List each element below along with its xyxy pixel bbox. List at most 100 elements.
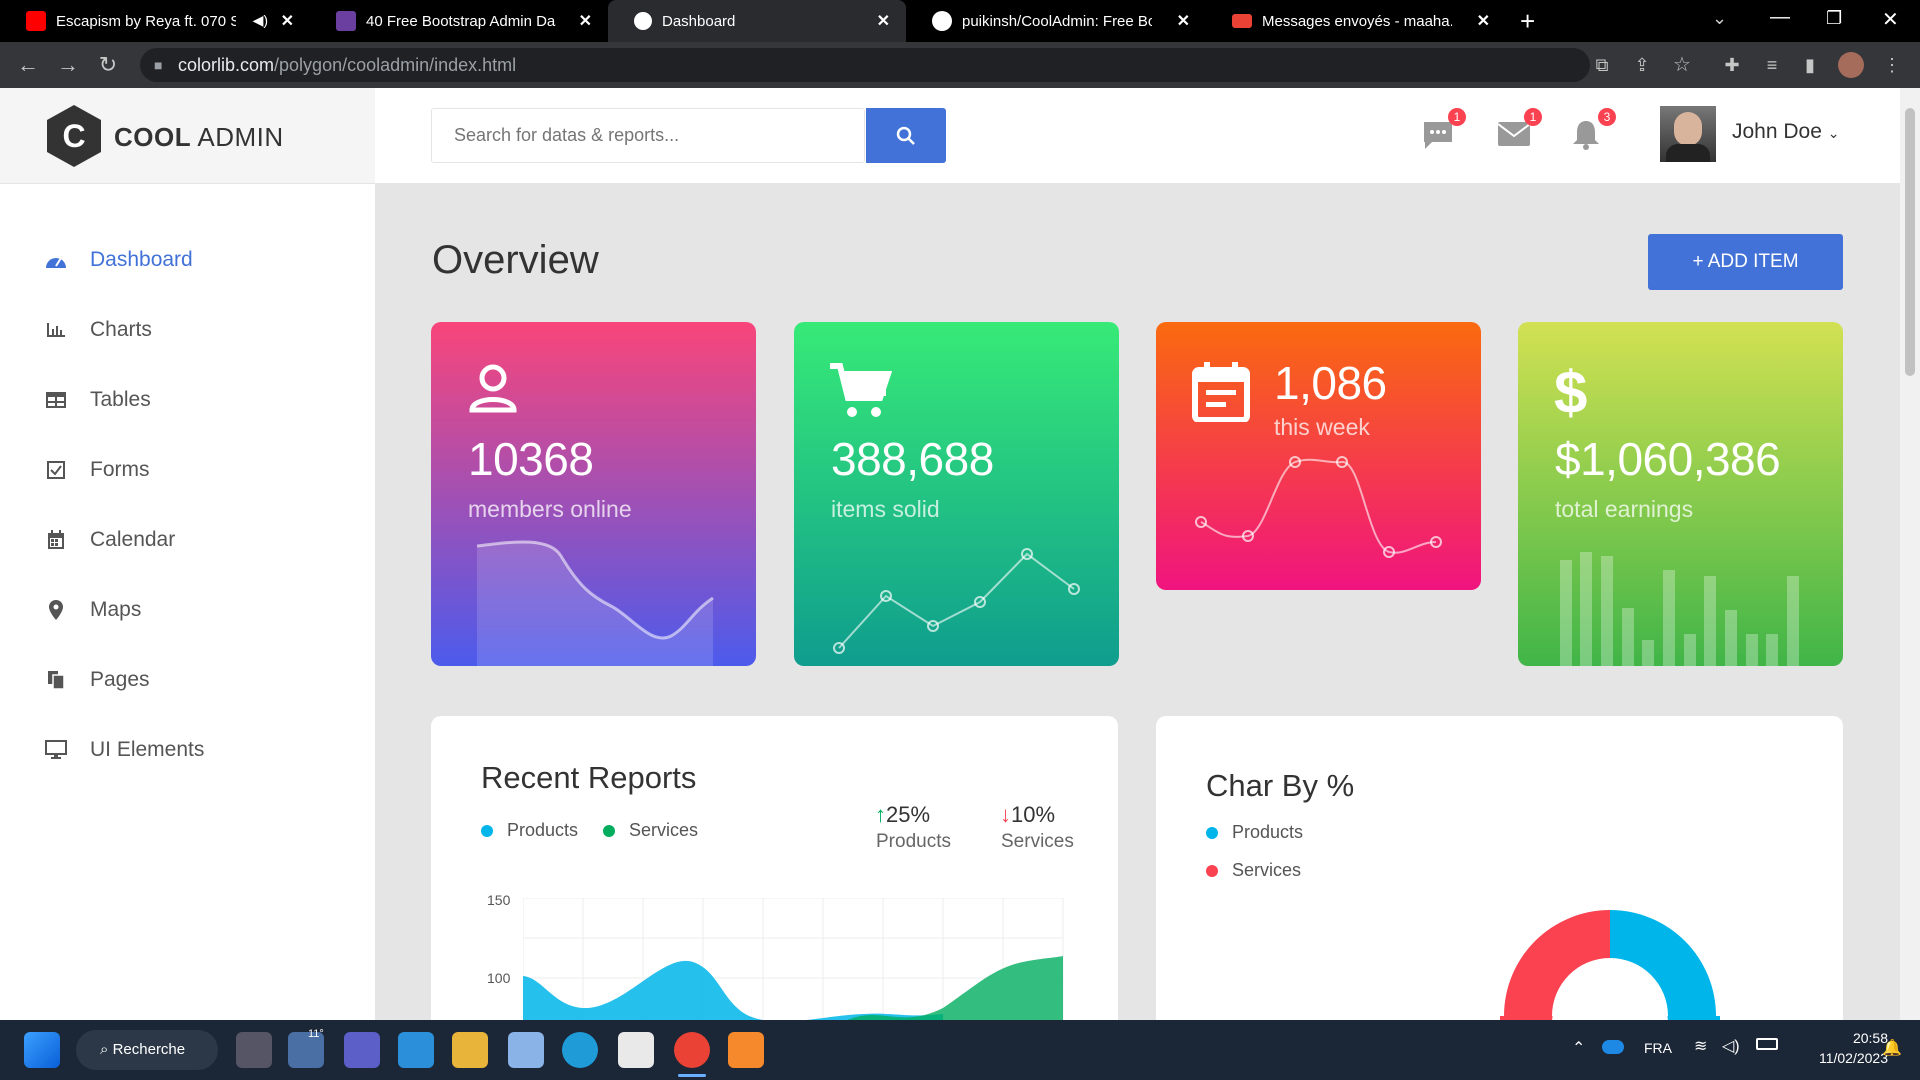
file-explorer-icon[interactable] — [452, 1032, 488, 1068]
chrome-icon[interactable] — [674, 1032, 710, 1068]
panel-title: Char By % — [1206, 768, 1355, 803]
sidebar-item-pages[interactable]: Pages — [44, 660, 150, 700]
stat-products: ↑25% — [875, 802, 930, 828]
close-tab-icon[interactable]: ✕ — [877, 11, 890, 31]
card-value: 1,086 — [1274, 357, 1387, 409]
add-item-button[interactable]: + ADD ITEM — [1648, 234, 1843, 290]
taskbar-search-label: Recherche — [112, 1041, 186, 1058]
notification-button[interactable]: 3 — [1570, 108, 1616, 154]
browser-tab-active[interactable]: Dashboard ✕ — [608, 0, 906, 42]
stat-card-members: 10368 members online — [431, 322, 756, 666]
user-avatar[interactable] — [1660, 106, 1716, 162]
profile-avatar[interactable] — [1838, 52, 1864, 78]
close-tab-icon[interactable]: ✕ — [579, 11, 592, 31]
legend-products[interactable]: Products — [481, 820, 578, 841]
close-tab-icon[interactable]: ✕ — [281, 11, 294, 31]
minimize-icon[interactable]: — — [1770, 6, 1790, 29]
legend-services[interactable]: Services — [603, 820, 698, 841]
sidebar-item-calendar[interactable]: Calendar — [44, 520, 175, 560]
mail-button[interactable]: 1 — [1496, 108, 1542, 154]
recent-reports-panel: Recent Reports Products Services ↑25% Pr… — [431, 716, 1118, 1020]
stat-card-earnings: $ $1,060,386 total earnings — [1518, 322, 1843, 666]
new-tab-icon[interactable]: + — [1520, 6, 1535, 37]
y-tick-label: 100 — [487, 970, 511, 986]
search-icon — [896, 126, 915, 145]
weather-icon[interactable]: 11° — [288, 1028, 324, 1068]
media-control-icon[interactable]: ≡ — [1758, 52, 1786, 80]
side-panel-icon[interactable]: ▮ — [1796, 52, 1824, 80]
scrollbar-thumb[interactable] — [1905, 108, 1915, 376]
stat-card-week: 1,086 this week — [1156, 322, 1481, 590]
battery-icon[interactable] — [1756, 1038, 1778, 1050]
map-marker-icon — [44, 598, 68, 622]
sidebar-item-label: Pages — [90, 668, 150, 691]
tray-chevron-icon[interactable]: ⌃ — [1572, 1038, 1585, 1058]
legend-services[interactable]: Services — [1206, 860, 1301, 881]
3d-viewer-icon[interactable] — [508, 1032, 544, 1068]
teams-icon[interactable] — [344, 1032, 380, 1068]
sourcetree-icon[interactable] — [728, 1032, 764, 1068]
volume-icon[interactable]: ◁) — [1722, 1036, 1740, 1056]
clock-time[interactable]: 20:58 — [1832, 1030, 1888, 1046]
extensions-icon[interactable]: ✚ — [1718, 52, 1746, 80]
back-icon[interactable]: ← — [14, 52, 42, 80]
taskbar-search[interactable]: ⌕ Recherche — [76, 1030, 218, 1070]
sparkline-area — [476, 540, 714, 666]
user-menu[interactable]: John Doe ⌄ — [1732, 120, 1839, 144]
language-indicator[interactable]: FRA — [1644, 1040, 1672, 1056]
notification-center-icon[interactable]: 🔔 — [1882, 1038, 1902, 1058]
table-icon — [44, 388, 68, 412]
legend-products[interactable]: Products — [1206, 822, 1303, 843]
sidebar-item-forms[interactable]: Forms — [44, 450, 150, 490]
sidebar-item-label: Forms — [90, 458, 150, 481]
github-icon — [932, 11, 952, 31]
page-scrollbar[interactable] — [1900, 88, 1920, 1020]
sidebar-item-maps[interactable]: Maps — [44, 590, 141, 630]
sidebar-item-tables[interactable]: Tables — [44, 380, 151, 420]
search-input[interactable] — [431, 108, 865, 163]
calendar-note-icon — [1192, 362, 1250, 422]
audio-icon[interactable]: ◀) — [253, 12, 268, 29]
tab-label: puikinsh/CoolAdmin: Free Bootst — [962, 12, 1152, 30]
sidebar-item-ui-elements[interactable]: UI Elements — [44, 730, 204, 770]
forward-icon[interactable]: → — [54, 52, 82, 80]
share-icon[interactable]: ⇪ — [1628, 52, 1656, 80]
stat-services: ↓10% — [1000, 802, 1055, 828]
store-icon[interactable] — [618, 1032, 654, 1068]
restore-icon[interactable]: ❐ — [1826, 8, 1842, 29]
browser-tab[interactable]: Messages envoyés - maaha.mess ✕ — [1206, 0, 1506, 42]
sidebar-item-charts[interactable]: Charts — [44, 310, 152, 350]
shopping-cart-icon — [830, 363, 892, 417]
sidebar-item-label: UI Elements — [90, 738, 205, 761]
url-path: /polygon/cooladmin/index.html — [274, 55, 517, 75]
clock-date[interactable]: 11/02/2023 — [1794, 1050, 1888, 1066]
close-window-icon[interactable]: ✕ — [1882, 7, 1899, 32]
translate-icon[interactable]: ⧉ — [1588, 52, 1616, 80]
reload-icon[interactable]: ↻ — [94, 52, 122, 80]
search-button[interactable] — [866, 108, 946, 163]
sidebar-item-label: Charts — [90, 318, 152, 341]
close-tab-icon[interactable]: ✕ — [1477, 11, 1490, 31]
windows-start-icon[interactable] — [24, 1032, 60, 1068]
gmail-icon — [1232, 14, 1252, 28]
chat-button[interactable]: 1 — [1420, 108, 1466, 154]
legend-label: Services — [629, 820, 699, 840]
menu-kebab-icon[interactable]: ⋮ — [1878, 52, 1906, 80]
bookmark-star-icon[interactable]: ☆ — [1668, 52, 1696, 80]
wifi-icon[interactable]: ≋ — [1694, 1036, 1707, 1056]
browser-tab[interactable]: Escapism by Reya ft. 070 Sha ◀) ✕ — [0, 0, 310, 42]
close-tab-icon[interactable]: ✕ — [1177, 11, 1190, 31]
lock-icon: ■ — [154, 57, 163, 73]
edge-icon[interactable] — [562, 1032, 598, 1068]
task-view-icon[interactable] — [236, 1032, 272, 1068]
sidebar-item-dashboard[interactable]: Dashboard — [44, 240, 193, 280]
tab-search-icon[interactable]: ⌄ — [1712, 8, 1727, 29]
browser-tab[interactable]: puikinsh/CoolAdmin: Free Bootst ✕ — [906, 0, 1206, 42]
vscode-icon[interactable] — [398, 1032, 434, 1068]
url-field[interactable]: ■ colorlib.com/polygon/cooladmin/index.h… — [140, 48, 1590, 82]
onedrive-icon[interactable] — [1602, 1040, 1624, 1054]
browser-tab[interactable]: 40 Free Bootstrap Admin Dashbo ✕ — [310, 0, 608, 42]
logo[interactable]: C COOL ADMIN — [0, 88, 375, 184]
sparkline-bars — [1560, 552, 1799, 666]
sidebar-item-label: Dashboard — [90, 248, 193, 271]
